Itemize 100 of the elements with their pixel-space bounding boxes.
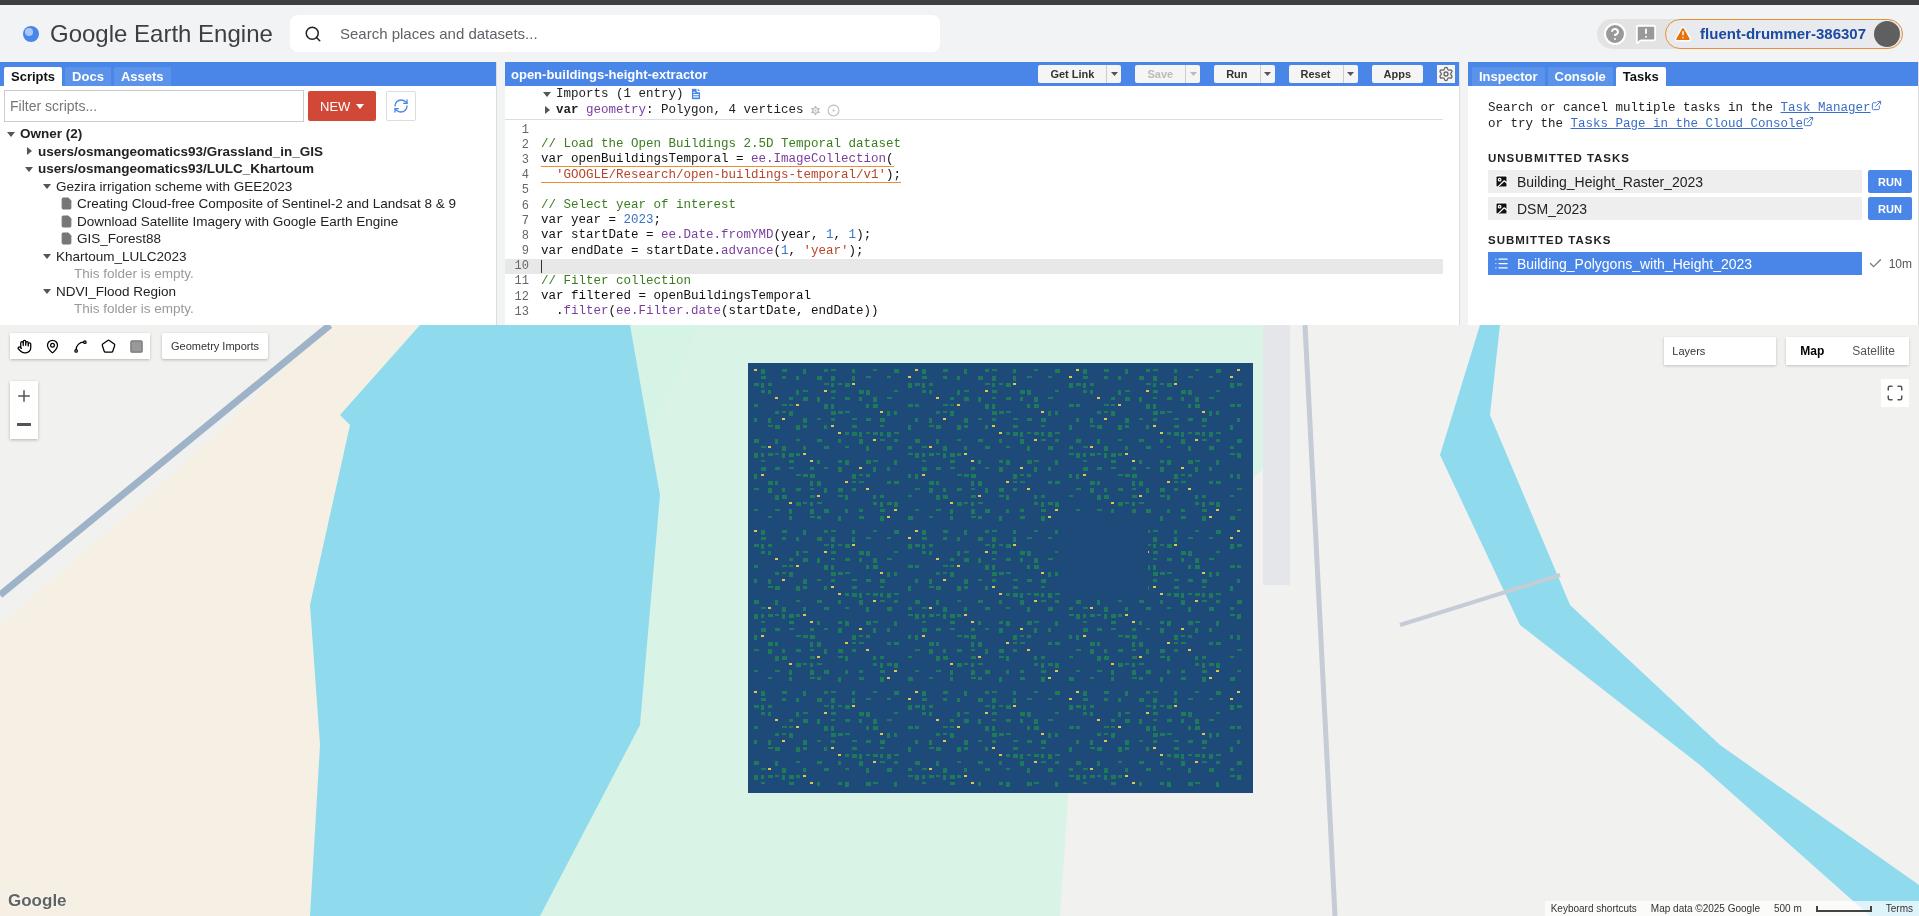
code-line: // Select year of interest — [541, 198, 737, 214]
polygon-icon — [100, 338, 116, 354]
settings-icon[interactable] — [1437, 65, 1455, 83]
code-line: var filtered = openBuildingsTemporal — [541, 289, 812, 305]
line-number: 10 — [513, 259, 530, 274]
line-number: 7 — [520, 213, 530, 228]
refresh-button[interactable] — [386, 91, 417, 121]
image-icon — [1494, 201, 1509, 216]
panel-tab[interactable]: Scripts — [4, 67, 63, 86]
geometry-imports-button[interactable]: Geometry Imports — [162, 333, 269, 359]
script-item[interactable]: Download Satellite Imagery with Google Earth Engine — [77, 213, 399, 229]
line-number: 11 — [513, 274, 530, 289]
task-item[interactable]: Building_Polygons_with_Height_2023 — [1488, 252, 1862, 275]
minus-icon — [17, 423, 31, 426]
line-number: 5 — [520, 183, 530, 198]
section-heading: UNSUBMITTED TASKS — [1488, 152, 1631, 164]
avatar — [1874, 20, 1900, 47]
empty-folder-note: This folder is empty. — [74, 266, 194, 282]
line-number: 8 — [520, 228, 530, 243]
folder-item[interactable]: Khartoum_LULC2023 — [56, 248, 187, 264]
folder-item[interactable]: NDVI_Flood Region — [56, 283, 177, 299]
folder-item[interactable]: Gezira irrigation scheme with GEE2023 — [56, 178, 293, 194]
line-number: 1 — [520, 122, 530, 137]
line-icon — [72, 338, 88, 354]
run-button[interactable]: RUN — [1868, 197, 1912, 220]
imports-header[interactable]: Imports (1 entry) — [556, 87, 684, 101]
hand-icon — [16, 338, 32, 354]
line-number: 4 — [520, 168, 530, 183]
toolbar-button[interactable]: Apps — [1371, 65, 1423, 83]
file-icon — [60, 232, 73, 246]
empty-folder-note: This folder is empty. — [74, 301, 194, 317]
zoom-in-button[interactable] — [10, 381, 38, 410]
repository-item[interactable]: users/osmangeomatics93/Grassland_in_GIS — [38, 143, 324, 159]
rectangle-tool-button[interactable] — [122, 333, 150, 359]
external-link-icon — [1803, 116, 1815, 127]
text-cursor — [541, 259, 542, 273]
caret-icon[interactable] — [43, 182, 51, 191]
search-field[interactable]: Search places and datasets... — [290, 15, 940, 52]
scale-label: 500 m — [1773, 903, 1802, 914]
zoom-out-button[interactable] — [10, 410, 38, 439]
line-number: 2 — [520, 137, 530, 152]
script-item[interactable]: GIS_Forest88 — [77, 231, 162, 247]
script-title: open-buildings-height-extractor — [511, 66, 708, 82]
caret-icon[interactable] — [43, 252, 51, 261]
map-type-button[interactable]: Map — [1786, 337, 1839, 365]
layers-button[interactable]: Layers — [1664, 337, 1777, 365]
code-line: var startDate = ee.Date.fromYMD(year, 1, 1); — [541, 228, 872, 244]
task-item[interactable]: DSM_2023 — [1488, 197, 1862, 220]
panel-tab[interactable]: Tasks — [1615, 67, 1666, 86]
caret-icon[interactable] — [43, 287, 51, 296]
file-icon — [60, 214, 73, 228]
owner-group[interactable]: Owner (2) — [20, 126, 83, 142]
script-item[interactable]: Creating Cloud-free Composite of Sentinel-2 and Landsat 8 & 9 — [77, 196, 456, 212]
file-icon — [60, 197, 73, 211]
refresh-icon — [393, 98, 410, 114]
caret-icon[interactable] — [1264, 72, 1272, 76]
help-link[interactable]: Tasks Page in the Cloud Console — [1570, 117, 1815, 131]
new-button[interactable]: NEW — [308, 91, 377, 121]
toolbar-button[interactable]: Run — [1214, 65, 1275, 83]
line-number: 12 — [513, 289, 530, 304]
caret-icon[interactable] — [7, 129, 15, 138]
toolbar-button[interactable]: Reset — [1288, 65, 1358, 83]
line-number: 6 — [520, 198, 530, 213]
document-icon[interactable] — [688, 87, 703, 101]
code-line: // Filter collection — [541, 273, 692, 289]
line-number: 9 — [520, 244, 530, 259]
external-link-icon — [1870, 100, 1882, 111]
code-line: .filter(ee.Filter.date(startDate, endDate)) — [555, 304, 879, 320]
import-entry[interactable]: var geometry: Polygon, 4 vertices — [556, 103, 804, 117]
code-line: // Load the Open Buildings 2.5D Temporal dataset — [541, 137, 902, 153]
google-logo: Google — [8, 891, 67, 911]
rectangle-icon — [128, 338, 144, 354]
code-line: var year = 2023; — [541, 213, 662, 229]
filter-field[interactable]: Filter scripts... — [4, 90, 304, 122]
image-icon — [1494, 174, 1509, 189]
code-line: var openBuildingsTemporal = ee.ImageCollection( — [541, 152, 894, 168]
code-line: var endDate = startDate.advance(1, 'year'); — [541, 243, 864, 259]
code-line: 'GOOGLE/Research/open-buildings-temporal/v1'); — [541, 167, 902, 183]
map-footer-text[interactable]: Keyboard shortcuts — [1550, 903, 1637, 914]
help-link[interactable]: Task Manager — [1780, 101, 1882, 115]
toolbar-button[interactable]: Get Link — [1038, 65, 1122, 83]
app-title: Google Earth Engine — [50, 19, 273, 48]
task-duration: 10m — [1888, 256, 1912, 271]
run-button[interactable]: RUN — [1868, 170, 1912, 193]
caret-icon — [356, 103, 365, 109]
help-icon[interactable] — [1603, 21, 1628, 46]
repository-item[interactable]: users/osmangeomatics93/LULC_Khartoum — [38, 161, 315, 177]
feedback-icon[interactable] — [1635, 22, 1658, 45]
caret-icon[interactable] — [1347, 72, 1354, 76]
list-icon — [1494, 256, 1509, 271]
task-item[interactable]: Building_Height_Raster_2023 — [1488, 170, 1862, 193]
account-button[interactable]: fluent-drummer-386307 — [1665, 18, 1903, 49]
terms-link[interactable]: Terms — [1885, 903, 1913, 914]
section-heading: SUBMITTED TASKS — [1488, 234, 1613, 246]
fullscreen-button[interactable] — [1881, 379, 1909, 407]
map-type-button[interactable]: Satellite — [1838, 337, 1909, 365]
map-footer-text: Map data ©2025 Google — [1650, 903, 1760, 914]
caret-icon[interactable] — [1110, 72, 1118, 76]
pan-tool-button[interactable] — [10, 333, 38, 359]
search-icon — [304, 25, 322, 43]
